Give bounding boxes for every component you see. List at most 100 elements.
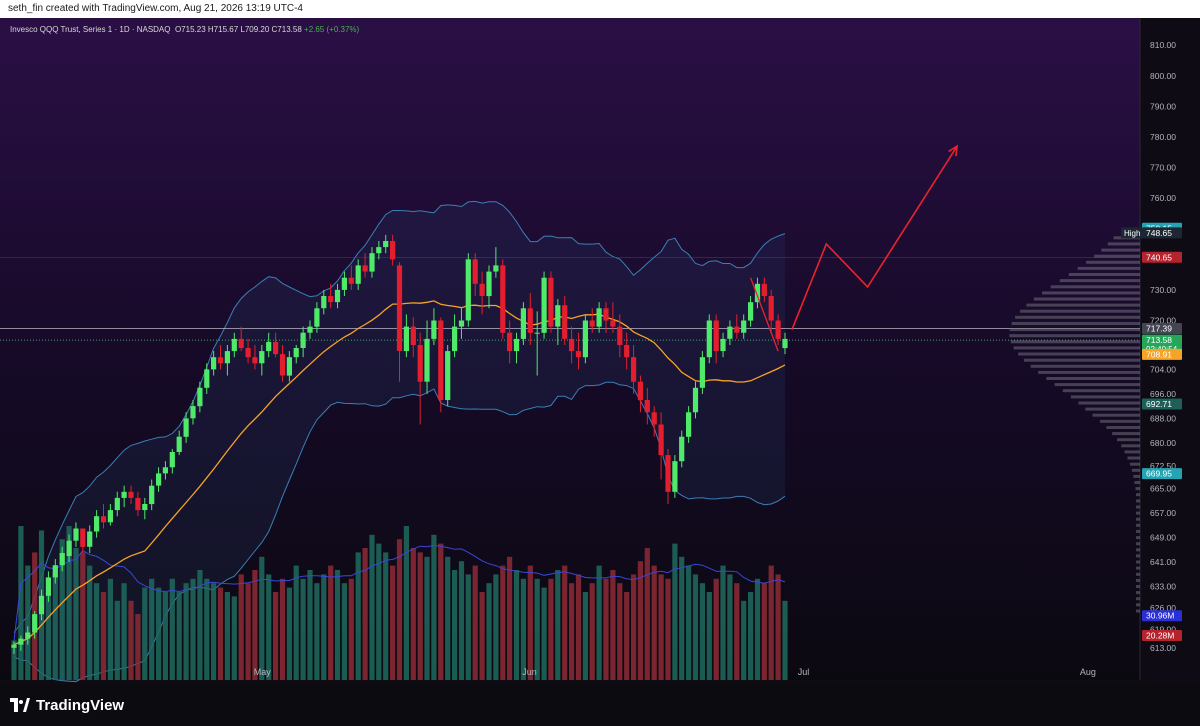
candle-body xyxy=(527,308,533,333)
volume-bar xyxy=(486,583,492,680)
candle-body xyxy=(25,632,31,639)
volume-bar xyxy=(445,556,451,680)
volume-bar xyxy=(114,600,120,680)
candle-body xyxy=(197,387,203,407)
volume-profile-bar xyxy=(1068,273,1140,276)
volume-bar xyxy=(314,583,320,680)
candle-body xyxy=(334,289,341,303)
volume-bar xyxy=(18,526,24,680)
volume-bar xyxy=(431,534,437,680)
candle-body xyxy=(341,277,347,290)
candle-body xyxy=(734,326,740,333)
volume-bar xyxy=(369,534,375,680)
volume-bar xyxy=(149,578,155,680)
volume-bar xyxy=(465,574,471,680)
volume-bar xyxy=(692,574,699,680)
volume-bar xyxy=(217,587,224,680)
candle xyxy=(465,253,471,327)
volume-bar xyxy=(520,578,526,680)
price-badge-text: 748.65 xyxy=(1146,228,1172,238)
volume-profile-bar xyxy=(1078,401,1140,405)
volume-bar xyxy=(211,583,217,680)
price-tick-label: 800.00 xyxy=(1150,71,1176,81)
candle-body xyxy=(445,351,451,400)
candle-body xyxy=(727,326,733,339)
candle-body xyxy=(596,308,602,327)
volume-bar xyxy=(734,583,740,680)
candle-body xyxy=(45,577,51,596)
volume-profile-bar xyxy=(1062,389,1140,393)
candle-body xyxy=(52,565,58,578)
price-label-badge: 20.28M xyxy=(1142,630,1182,641)
candle-body xyxy=(211,357,217,370)
price-tick-label: 680.00 xyxy=(1150,438,1176,448)
volume-profile-bar xyxy=(1013,346,1140,350)
volume-bar xyxy=(169,578,175,680)
candle-body xyxy=(307,326,313,333)
volume-bar xyxy=(383,552,389,680)
price-badge-text: 669.95 xyxy=(1146,469,1172,479)
candle-body xyxy=(142,504,148,511)
candle-body xyxy=(328,296,334,303)
brand-name: TradingView xyxy=(36,696,125,714)
volume-bar xyxy=(458,561,465,680)
candle-body xyxy=(534,332,540,334)
volume-bar xyxy=(190,578,196,680)
volume-profile-bar xyxy=(1136,578,1140,582)
volume-profile-bar xyxy=(1134,481,1140,484)
volume-profile-bar xyxy=(1136,591,1140,595)
legend-symbol: Invesco QQQ Trust, Series 1 · 1D · NASDA… xyxy=(10,25,171,34)
volume-profile-bar xyxy=(1023,358,1140,362)
volume-profile-bar xyxy=(1136,542,1140,546)
volume-bar xyxy=(541,587,547,680)
candle-body xyxy=(686,412,692,437)
volume-bar xyxy=(741,600,747,680)
volume-profile-bar xyxy=(1018,352,1140,356)
volume-profile-bar xyxy=(1009,334,1140,338)
volume-bar xyxy=(569,583,575,680)
price-label-badge: 708.91 xyxy=(1142,348,1182,360)
volume-bar xyxy=(293,565,299,680)
volume-profile-bar xyxy=(1094,254,1140,258)
price-chart[interactable]: 810.00 800.00 790.00 780.00 770.00 760.00 740.… xyxy=(0,18,1200,684)
candle xyxy=(548,271,554,333)
candle-body xyxy=(458,320,465,327)
candle-body xyxy=(231,338,237,352)
volume-bar xyxy=(500,565,506,680)
volume-bar xyxy=(665,578,671,680)
candle-body xyxy=(390,241,396,260)
volume-profile-bar xyxy=(1107,242,1140,246)
candle-body xyxy=(169,452,175,468)
volume-bar xyxy=(534,578,540,680)
volume-bar xyxy=(142,587,148,680)
volume-bar xyxy=(94,583,100,680)
volume-bar xyxy=(727,574,733,680)
volume-bar xyxy=(348,578,354,680)
candle-body xyxy=(548,277,554,327)
price-badge-text: 30.96M xyxy=(1146,611,1174,621)
volume-bar xyxy=(224,592,230,680)
candle-body xyxy=(224,351,230,364)
candle-body xyxy=(355,265,361,284)
price-tick-label: 688.00 xyxy=(1150,413,1176,423)
volume-bar xyxy=(321,574,327,680)
volume-profile-bar xyxy=(1136,566,1140,570)
volume-profile-bar xyxy=(1020,309,1140,313)
price-label-badge: 30.96M xyxy=(1142,610,1182,622)
price-badge-text: 708.91 xyxy=(1146,349,1172,359)
volume-bar xyxy=(644,548,650,680)
candle-body xyxy=(748,302,754,321)
volume-bar xyxy=(25,565,31,680)
candle-body xyxy=(644,400,650,413)
candle-body xyxy=(472,259,478,284)
candle-body xyxy=(266,341,272,352)
candle-body xyxy=(493,265,499,272)
volume-profile-bar xyxy=(1121,444,1140,448)
volume-profile-bar xyxy=(1136,499,1140,503)
candle-body xyxy=(348,277,354,284)
volume-bar xyxy=(624,592,630,680)
tradingview-logo[interactable]: TradingView xyxy=(10,696,124,714)
volume-bar xyxy=(507,556,513,680)
volume-bar xyxy=(775,574,781,680)
volume-bar xyxy=(672,543,678,680)
